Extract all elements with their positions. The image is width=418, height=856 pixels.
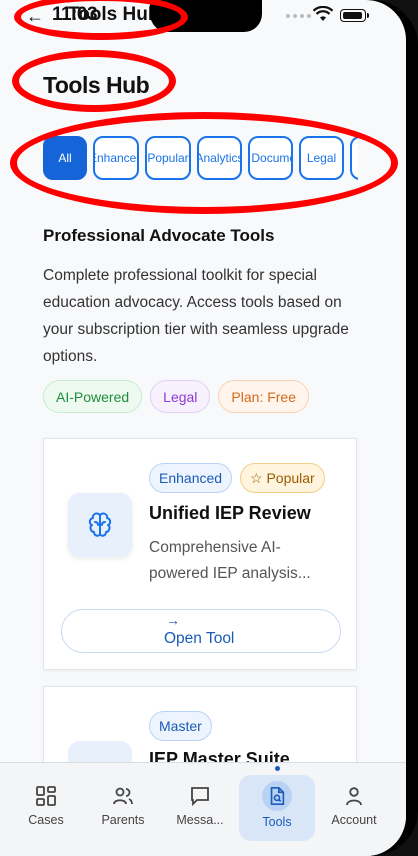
card-description: Comprehensive AI-powered IEP analysis... [149,539,311,582]
tab-bar: Cases Parents Messa... Tools Account [0,762,406,856]
legal-badge: Legal [150,380,211,413]
master-tag: Master [149,711,212,741]
filter-chips: All Enhanced Popular Analytics IEP Docum… [43,136,358,180]
active-tab-indicator [275,766,280,771]
wifi-icon [313,6,333,21]
filter-chip-popular[interactable]: Popular [145,136,191,180]
card-title: Unified IEP Review [149,503,311,523]
page-title: Tools Hub [43,72,150,98]
filter-chip-analytics[interactable]: Analytics [197,136,242,180]
section-description: Complete professional toolkit for specia… [43,267,349,365]
tab-label: Tools [262,815,292,829]
tab-tools[interactable]: Tools [239,775,315,841]
tab-label: Account [331,813,377,827]
enhanced-tag: Enhanced [149,463,233,493]
popular-tag: ☆ Popular [240,463,325,493]
tab-parents[interactable]: Parents [85,775,161,841]
section-title: Professional Advocate Tools [43,226,275,245]
tab-messages[interactable]: Messa... [162,775,238,841]
dynamic-island [150,0,262,32]
status-bar: ← 11:03 Tools Hub [0,0,406,34]
screen: ← 11:03 Tools Hub Tools Hub All Enhanced… [0,0,406,856]
tool-card-unified-iep-review: Enhanced ☆ Popular Unified IEP Review Co… [43,438,357,670]
tab-label: Cases [28,813,64,827]
person-icon [346,787,362,806]
message-icon [191,787,209,807]
ai-powered-badge: AI-Powered [43,380,143,413]
arrow-right-icon: → [166,612,180,628]
filter-chip-more[interactable]: To [350,136,358,180]
filter-chip-enhanced[interactable]: Enhanced [93,136,139,180]
tab-account[interactable]: Account [316,775,392,841]
plan-badge: Plan: Free [218,380,310,413]
document-search-icon [262,781,292,811]
cellular-signal-icon [286,14,311,18]
filter-chip-all[interactable]: All [43,136,87,180]
tab-cases[interactable]: Cases [8,775,84,841]
grid-icon [36,786,56,806]
battery-icon [340,9,369,22]
phone-frame: ← 11:03 Tools Hub Tools Hub All Enhanced… [0,0,418,856]
feature-badges: AI-Powered Legal Plan: Free [43,380,310,413]
filter-chip-legal[interactable]: Legal [299,136,344,180]
tab-label: Messa... [176,813,224,827]
users-icon [113,787,133,805]
open-tool-label: Open Tool [164,630,235,647]
brain-icon [68,493,132,557]
filter-chip-documents[interactable]: IEP Documents [248,136,293,180]
open-tool-button[interactable]: → Open Tool [61,609,341,653]
back-arrow-icon[interactable]: ← [26,6,44,27]
nav-title: Tools Hub [68,4,160,25]
tab-label: Parents [101,813,145,827]
